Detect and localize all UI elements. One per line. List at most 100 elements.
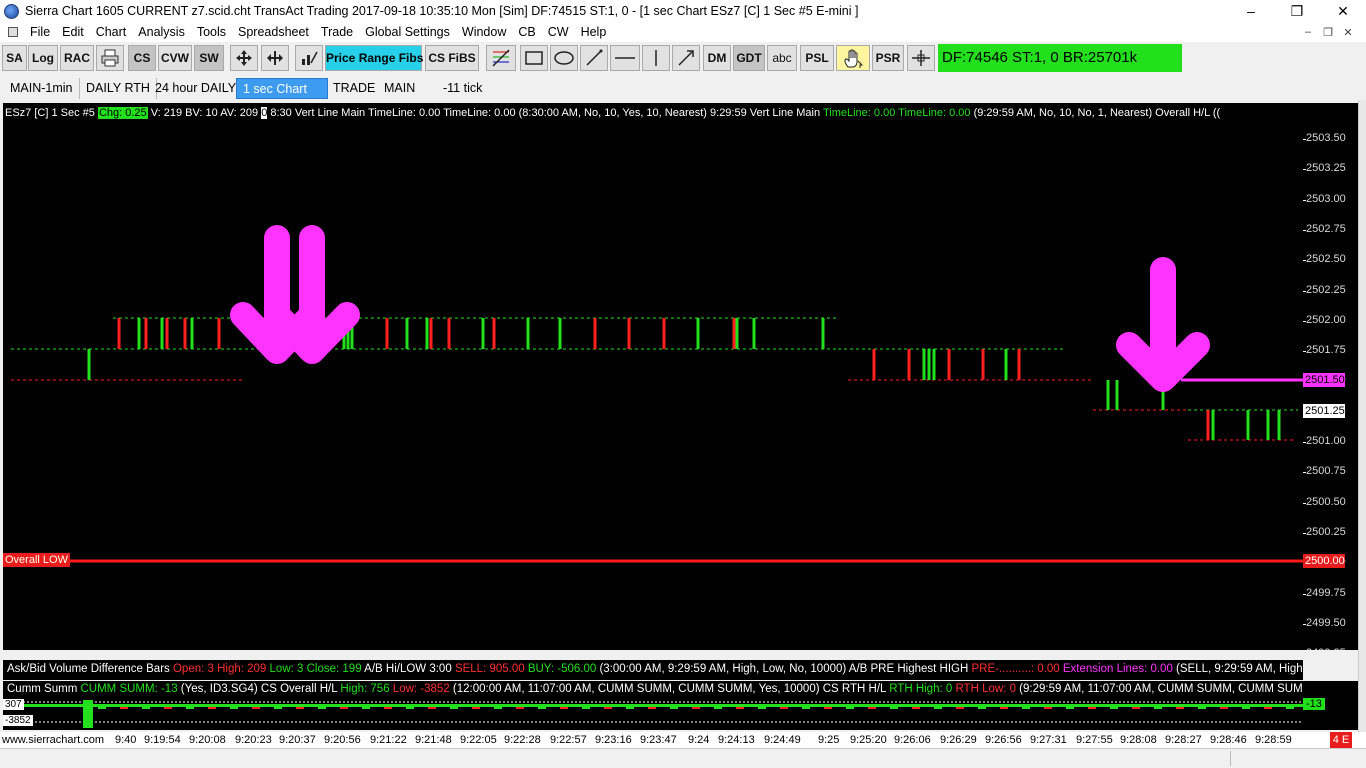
cs-marker — [626, 707, 634, 709]
dm-button[interactable]: DM — [703, 45, 731, 71]
price-chart[interactable]: ESz7 [C] 1 Sec #5 Chg: 0.25 V: 219 BV: 1… — [3, 103, 1303, 650]
cs-marker — [670, 707, 678, 709]
cs-marker — [252, 707, 260, 709]
minimize-button[interactable]: – — [1228, 0, 1274, 23]
fib-tool-button[interactable] — [486, 45, 516, 71]
mdi-minimize-button[interactable]: – — [1298, 26, 1318, 39]
cs-marker — [296, 707, 304, 709]
app-icon — [4, 4, 19, 19]
diagonal-line-icon — [586, 49, 603, 66]
cs-marker — [780, 707, 788, 709]
text-tool-button[interactable]: abc — [767, 45, 797, 71]
log-button[interactable]: Log — [28, 45, 58, 71]
menu-window[interactable]: Window — [462, 25, 506, 39]
gdt-button[interactable]: GDT — [733, 45, 765, 71]
time-label: 9:40 — [115, 734, 137, 746]
cs-marker — [1044, 707, 1052, 709]
price-tick-label: 2501.00 — [1306, 435, 1346, 447]
cumm-summ-plot — [3, 700, 1303, 728]
ask-bid-volume-region[interactable]: Ask/Bid Volume Difference Bars Open: 3 H… — [3, 660, 1303, 680]
title-bar: Sierra Chart 1605 CURRENT z7.scid.cht Tr… — [0, 0, 1366, 23]
print-button[interactable] — [96, 45, 124, 71]
rectangle-tool-button[interactable] — [520, 45, 548, 71]
mdi-close-button[interactable]: ✕ — [1338, 26, 1358, 39]
study-title: Cumm Summ — [7, 683, 81, 695]
menu-tools[interactable]: Tools — [197, 25, 226, 39]
line-tool-button[interactable] — [580, 45, 608, 71]
cs-marker — [428, 707, 436, 709]
cs-params: (Yes, ID3.SG4) CS Overall H/L — [177, 683, 341, 695]
cs-current-tag: -13 — [1303, 698, 1325, 710]
cvw-button[interactable]: CVW — [158, 45, 192, 71]
tab-trade[interactable]: TRADE — [327, 78, 381, 99]
chart-canvas — [3, 225, 1303, 563]
tab-daily-rth[interactable]: DAILY RTH — [80, 78, 157, 99]
sw-button[interactable]: SW — [194, 45, 224, 71]
close-button[interactable]: ✕ — [1320, 0, 1366, 23]
ellipse-tool-button[interactable] — [550, 45, 578, 71]
price-tick-label: 2502.75 — [1306, 222, 1346, 235]
psr-button[interactable]: PSR — [872, 45, 904, 71]
cs-fibs-button[interactable]: CS FiBS — [425, 45, 479, 71]
cumm-summ-region[interactable]: Cumm Summ CUMM SUMM: -13 (Yes, ID3.SG4) … — [3, 681, 1303, 730]
tab-main[interactable]: MAIN — [378, 78, 421, 99]
tab-11-tick[interactable]: -11 tick — [437, 78, 488, 99]
menu-cb[interactable]: CB — [518, 25, 535, 39]
cs-overall-params: (12:00:00 AM, 11:07:00 AM, CUMM SUMM, CU… — [449, 683, 890, 695]
horizontal-line-icon — [615, 57, 635, 59]
high-value: High: 209 — [213, 663, 267, 675]
time-label: 9:26:06 — [894, 734, 931, 746]
vertical-line-button[interactable] — [642, 45, 670, 71]
close-value: Close: 199 — [303, 663, 362, 675]
price-scale[interactable]: 2503.50 2503.25 2503.00 2502.75 2502.50 2502.… — [1303, 103, 1358, 650]
cs-marker — [956, 707, 964, 709]
vertical-scrollbar[interactable] — [1358, 100, 1366, 732]
time-label: 9:24 — [688, 734, 710, 746]
open-value: Open: 3 — [172, 663, 214, 675]
menu-global-settings[interactable]: Global Settings — [365, 25, 450, 39]
cs-marker — [736, 707, 744, 709]
menu-cw[interactable]: CW — [548, 25, 569, 39]
menu-trade[interactable]: Trade — [321, 25, 353, 39]
rac-button[interactable]: RAC — [60, 45, 94, 71]
crosshair-button[interactable] — [907, 45, 935, 71]
cs-zero-band — [3, 704, 1303, 707]
tab-24-hour-daily[interactable]: 24 hour DAILY — [149, 78, 244, 99]
menu-edit[interactable]: Edit — [62, 25, 84, 39]
menu-chart[interactable]: Chart — [96, 25, 127, 39]
menu-help[interactable]: Help — [581, 25, 607, 39]
cs-marker — [406, 707, 414, 709]
mdi-restore-button[interactable]: ❐ — [1318, 26, 1338, 39]
cs-bottom-value: -3852 — [3, 715, 33, 726]
sierrachart-link[interactable]: www.sierrachart.com — [2, 734, 104, 746]
horizontal-line-button[interactable] — [610, 45, 640, 71]
cs-marker — [274, 707, 282, 709]
ray-tool-button[interactable] — [672, 45, 700, 71]
price-bars — [11, 317, 1298, 441]
document-icon[interactable] — [8, 27, 18, 37]
tab-main-1min[interactable]: MAIN-1min — [4, 78, 80, 99]
overall-low-label: Overall LOW — [3, 553, 70, 567]
cs-marker — [1176, 707, 1184, 709]
restore-button[interactable]: ❐ — [1274, 0, 1320, 23]
crosshair-icon — [912, 50, 930, 66]
menu-spreadsheet[interactable]: Spreadsheet — [238, 25, 309, 39]
cs-button[interactable]: CS — [128, 45, 156, 71]
menu-file[interactable]: File — [30, 25, 50, 39]
hand-tool-button[interactable] — [836, 45, 870, 71]
price-tick-label: 2502.00 — [1306, 313, 1346, 326]
price-range-fibs-button[interactable]: Price Range Fibs — [325, 45, 423, 71]
psl-button[interactable]: PSL — [800, 45, 834, 71]
menu-analysis[interactable]: Analysis — [138, 25, 185, 39]
fibonacci-icon — [492, 49, 510, 67]
cs-marker — [1066, 707, 1074, 709]
order-status-badge[interactable]: 4 E — [1330, 732, 1352, 748]
draw-tool-button[interactable] — [295, 45, 323, 71]
price-tick-label: 2499.50 — [1306, 616, 1346, 629]
status-divider — [1230, 751, 1231, 766]
pan-button[interactable] — [230, 45, 258, 71]
tab-1-sec-chart[interactable]: 1 sec Chart — [236, 78, 328, 99]
sa-button[interactable]: SA — [2, 45, 27, 71]
scale-button[interactable] — [261, 45, 289, 71]
sell-value: SELL: 905.00 — [454, 663, 525, 675]
